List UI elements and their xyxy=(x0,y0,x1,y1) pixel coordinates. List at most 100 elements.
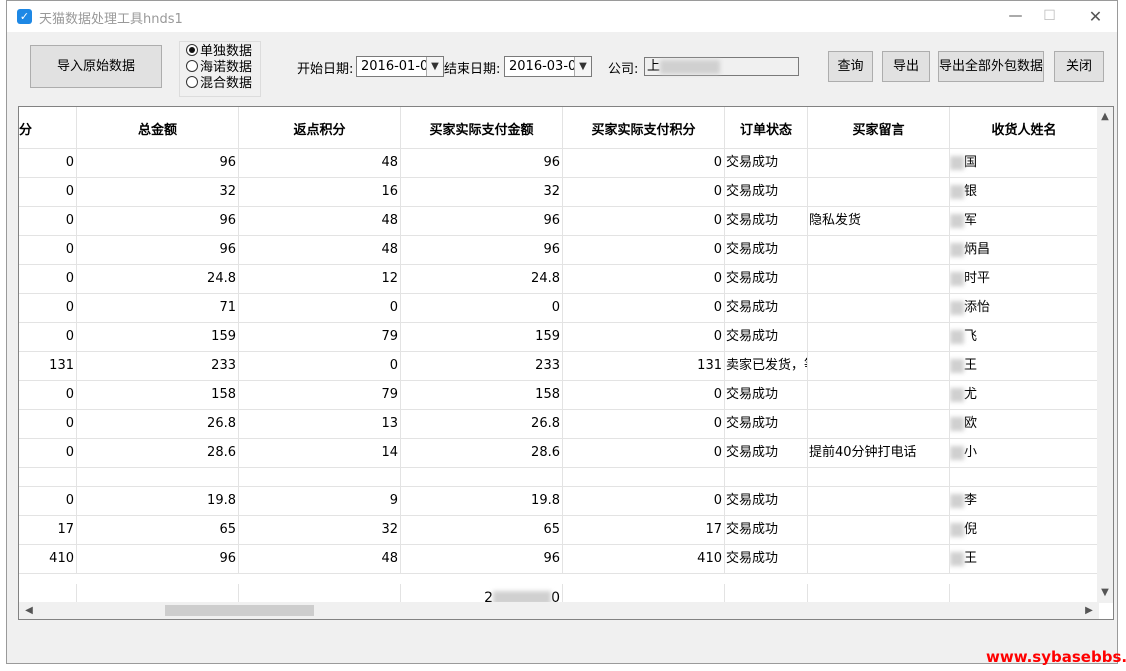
table-cell[interactable] xyxy=(808,381,950,409)
table-cell[interactable]: 时平 xyxy=(950,265,1099,293)
table-cell[interactable]: 0 xyxy=(19,410,77,438)
table-cell[interactable]: 交易成功 xyxy=(725,545,808,573)
chevron-left-icon[interactable]: ◀ xyxy=(21,602,37,619)
table-cell[interactable]: 410 xyxy=(19,545,77,573)
table-cell[interactable] xyxy=(401,468,563,486)
table-row[interactable]: 0 24.8 12 24.8 0 交易成功 时平 xyxy=(19,265,1099,294)
radio-mixed-data[interactable]: 混合数据 xyxy=(186,76,252,92)
table-cell[interactable] xyxy=(808,545,950,573)
table-cell[interactable]: 军 xyxy=(950,207,1099,235)
table-cell[interactable]: 0 xyxy=(19,294,77,322)
table-cell[interactable]: 13 xyxy=(239,410,401,438)
table-cell[interactable]: 0 xyxy=(19,323,77,351)
table-cell[interactable]: 79 xyxy=(239,381,401,409)
table-cell[interactable] xyxy=(808,323,950,351)
table-row[interactable] xyxy=(19,468,1099,487)
table-cell[interactable]: 银 xyxy=(950,178,1099,206)
table-cell[interactable]: 71 xyxy=(77,294,239,322)
column-header[interactable]: 收货人姓名 xyxy=(950,107,1099,149)
table-cell[interactable]: 96 xyxy=(77,149,239,177)
table-cell[interactable]: 飞 xyxy=(950,323,1099,351)
table-cell[interactable]: 131 xyxy=(19,352,77,380)
table-cell[interactable] xyxy=(808,410,950,438)
table-cell[interactable]: 欧 xyxy=(950,410,1099,438)
table-cell[interactable]: 19.8 xyxy=(77,487,239,515)
table-cell[interactable] xyxy=(808,149,950,177)
table-cell[interactable]: 159 xyxy=(77,323,239,351)
table-cell[interactable]: 交易成功 xyxy=(725,178,808,206)
table-cell[interactable]: 交易成功 xyxy=(725,149,808,177)
table-cell[interactable]: 0 xyxy=(563,207,725,235)
table-cell[interactable]: 0 xyxy=(19,265,77,293)
table-cell[interactable]: 0 xyxy=(563,178,725,206)
table-cell[interactable]: 12 xyxy=(239,265,401,293)
table-cell[interactable]: 提前40分钟打电话 xyxy=(808,439,950,467)
table-cell[interactable]: 卖家已发货，等 xyxy=(725,352,808,380)
table-row[interactable]: 0 26.8 13 26.8 0 交易成功欧 xyxy=(19,410,1099,439)
table-cell[interactable]: 0 xyxy=(19,487,77,515)
table-cell[interactable]: 交易成功 xyxy=(725,516,808,544)
table-cell[interactable]: 0 xyxy=(563,265,725,293)
chevron-down-icon[interactable]: ▼ xyxy=(574,57,591,76)
table-cell[interactable]: 交易成功 xyxy=(725,381,808,409)
table-cell[interactable]: 交易成功 xyxy=(725,265,808,293)
table-row[interactable]: 17 65 32 65 17 交易成功倪 xyxy=(19,516,1099,545)
table-cell[interactable]: 96 xyxy=(401,149,563,177)
table-cell[interactable]: 9 xyxy=(239,487,401,515)
table-cell[interactable]: 410 xyxy=(563,545,725,573)
table-cell[interactable] xyxy=(950,468,1099,486)
table-cell[interactable]: 96 xyxy=(77,236,239,264)
table-cell[interactable]: 233 xyxy=(77,352,239,380)
table-cell[interactable]: 96 xyxy=(401,236,563,264)
table-cell[interactable]: 0 xyxy=(563,294,725,322)
table-cell[interactable] xyxy=(808,468,950,486)
export-all-outsourced-button[interactable]: 导出全部外包数据 xyxy=(938,51,1044,82)
table-row[interactable]: 0 96 48 96 0 交易成功 炳昌 xyxy=(19,236,1099,265)
table-cell[interactable] xyxy=(19,468,77,486)
table-cell[interactable] xyxy=(808,178,950,206)
table-cell[interactable]: 交易成功 xyxy=(725,410,808,438)
chevron-down-icon[interactable]: ▼ xyxy=(426,57,443,76)
table-cell[interactable]: 炳昌 xyxy=(950,236,1099,264)
table-cell[interactable]: 倪 xyxy=(950,516,1099,544)
table-row[interactable]: 131 233 0 233 131 卖家已发货，等王 xyxy=(19,352,1099,381)
company-input[interactable]: 上 xyxy=(644,57,799,76)
close-window-icon[interactable]: ✕ xyxy=(1073,1,1118,32)
table-cell[interactable]: 158 xyxy=(77,381,239,409)
table-cell[interactable]: 交易成功 xyxy=(725,439,808,467)
table-cell[interactable]: 小 xyxy=(950,439,1099,467)
column-header[interactable]: 返点积分 xyxy=(239,107,401,149)
table-row[interactable]: 0 71 0 0 0 交易成功 添怡 xyxy=(19,294,1099,323)
table-cell[interactable]: 28.6 xyxy=(77,439,239,467)
table-cell[interactable]: 0 xyxy=(401,294,563,322)
table-cell[interactable]: 26.8 xyxy=(401,410,563,438)
table-cell[interactable]: 隐私发货 xyxy=(808,207,950,235)
query-button[interactable]: 查询 xyxy=(828,51,873,82)
table-cell[interactable]: 96 xyxy=(77,545,239,573)
radio-single-data[interactable]: 单独数据 xyxy=(186,44,252,60)
column-header[interactable]: 买家实际支付金额 xyxy=(401,107,563,149)
table-cell[interactable]: 0 xyxy=(563,149,725,177)
table-cell[interactable]: 0 xyxy=(563,323,725,351)
table-cell[interactable]: 0 xyxy=(563,410,725,438)
table-cell[interactable]: 0 xyxy=(239,294,401,322)
table-cell[interactable]: 159 xyxy=(401,323,563,351)
column-header[interactable]: 总金额 xyxy=(77,107,239,149)
table-cell[interactable]: 48 xyxy=(239,236,401,264)
table-cell[interactable]: 48 xyxy=(239,149,401,177)
table-cell[interactable]: 26.8 xyxy=(77,410,239,438)
table-cell[interactable]: 96 xyxy=(77,207,239,235)
table-cell[interactable]: 国 xyxy=(950,149,1099,177)
table-cell[interactable] xyxy=(808,487,950,515)
table-row[interactable]: 0 158 79 158 0 交易成功尤 xyxy=(19,381,1099,410)
table-row[interactable]: 0 96 48 96 0 交易成功国 xyxy=(19,149,1099,178)
table-cell[interactable]: 28.6 xyxy=(401,439,563,467)
radio-hainuo-data[interactable]: 海诺数据 xyxy=(186,60,252,76)
column-header[interactable]: 订单状态 xyxy=(725,107,808,149)
table-cell[interactable]: 王 xyxy=(950,352,1099,380)
table-cell[interactable] xyxy=(808,352,950,380)
table-row[interactable]: 410 96 48 96 410 交易成功王 xyxy=(19,545,1099,574)
table-cell[interactable]: 17 xyxy=(563,516,725,544)
table-cell[interactable]: 14 xyxy=(239,439,401,467)
table-cell[interactable]: 交易成功 xyxy=(725,207,808,235)
